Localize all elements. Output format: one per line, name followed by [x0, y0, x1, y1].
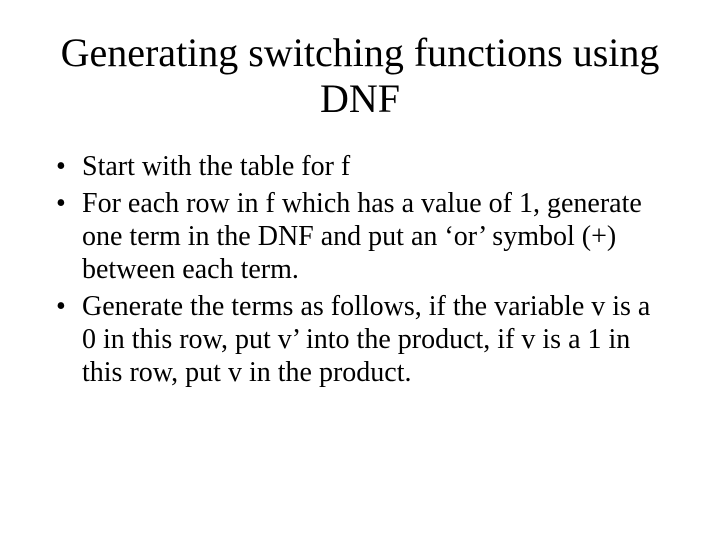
list-item: Start with the table for f	[50, 150, 670, 183]
slide: Generating switching functions using DNF…	[0, 0, 720, 540]
bullet-list: Start with the table for f For each row …	[50, 150, 670, 389]
slide-body: Start with the table for f For each row …	[50, 150, 670, 389]
list-item: Generate the terms as follows, if the va…	[50, 290, 670, 389]
list-item: For each row in f which has a value of 1…	[50, 187, 670, 286]
slide-title: Generating switching functions using DNF	[50, 30, 670, 122]
